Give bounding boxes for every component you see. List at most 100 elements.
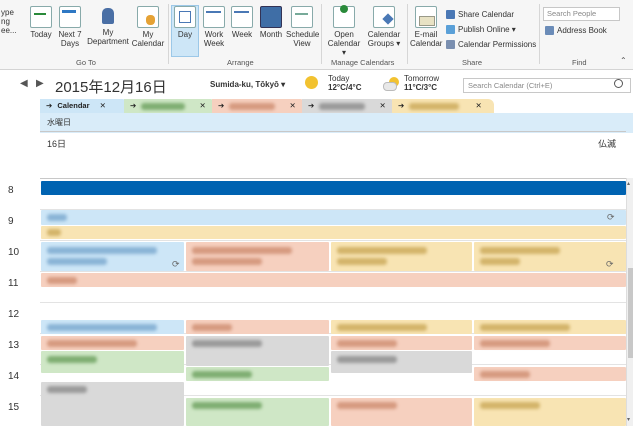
share-calendar-button[interactable]: Share Calendar	[446, 10, 514, 19]
event-block[interactable]	[186, 242, 329, 271]
event-blurred-title	[47, 277, 77, 284]
event-block[interactable]	[41, 273, 626, 287]
event-blurred-title	[192, 402, 262, 409]
open-calendar-button[interactable]: Open Calendar ▾	[325, 5, 363, 57]
address-book-label: Address Book	[557, 26, 607, 35]
event-block[interactable]	[41, 382, 184, 426]
scroll-thumb[interactable]	[628, 268, 633, 358]
manage-group-label: Manage Calendars	[331, 58, 395, 67]
calendar-groups-button[interactable]: Calendar Groups ▾	[365, 6, 403, 48]
event-block[interactable]	[331, 336, 472, 350]
event-block[interactable]	[186, 336, 329, 366]
find-group-label: Find	[572, 58, 587, 67]
month-button[interactable]: Month	[257, 6, 285, 39]
time-gutter: 8 9 10 11 12 13 14 15	[0, 178, 40, 426]
event-blurred-detail	[47, 258, 107, 265]
selected-time-slot[interactable]	[41, 181, 626, 195]
my-department-button[interactable]: My Department	[86, 6, 130, 46]
event-block[interactable]	[41, 351, 184, 373]
event-block[interactable]	[186, 398, 329, 426]
event-blurred-title	[47, 229, 61, 236]
event-blurred-detail	[192, 258, 262, 265]
prev-day-arrow-icon[interactable]: ◀	[20, 78, 28, 89]
event-blurred-title	[480, 324, 570, 331]
tab-blurred-name	[409, 102, 460, 110]
tab-arrow-icon[interactable]: ➔	[130, 101, 136, 110]
close-icon[interactable]: ✕	[100, 101, 106, 110]
ribbon-separator	[168, 4, 169, 64]
event-block[interactable]	[474, 367, 626, 381]
week-label: Week	[231, 30, 253, 39]
search-icon[interactable]	[614, 79, 623, 88]
search-people-input[interactable]: Search People	[543, 7, 620, 21]
event-block[interactable]	[41, 320, 184, 334]
event-block[interactable]: ⟳	[41, 210, 626, 225]
event-blurred-detail	[480, 258, 520, 265]
close-icon[interactable]: ✕	[199, 101, 205, 110]
event-block[interactable]: ⟳	[41, 242, 184, 271]
event-block[interactable]	[474, 336, 626, 350]
goto-group-label: Go To	[76, 58, 96, 67]
tab-shared-calendar[interactable]: ➔ ✕	[302, 99, 396, 113]
all-day-area[interactable]	[40, 150, 626, 179]
event-block[interactable]	[331, 320, 472, 334]
tab-arrow-icon[interactable]: ➔	[398, 101, 404, 110]
today-button[interactable]: Today	[28, 6, 54, 39]
event-block[interactable]	[331, 242, 472, 271]
weather-location-dropdown[interactable]: Sumida-ku, Tōkyō ▾	[210, 80, 285, 89]
tab-shared-calendar[interactable]: ➔ ✕	[124, 99, 216, 113]
close-icon[interactable]: ✕	[475, 101, 481, 110]
event-block[interactable]	[331, 351, 472, 373]
next-day-arrow-icon[interactable]: ▶	[36, 78, 44, 89]
calendar-groups-icon	[373, 6, 395, 28]
event-block[interactable]	[186, 320, 329, 334]
calendar-tabs: ➔ Calendar ✕ ➔ ✕ ➔ ✕ ➔ ✕ ➔ ✕	[40, 99, 633, 113]
next-7-days-button[interactable]: Next 7 Days	[57, 6, 83, 48]
my-calendar-button[interactable]: My Calendar	[131, 6, 165, 48]
open-label-1: Open	[334, 30, 354, 39]
week-button[interactable]: Week	[229, 6, 255, 39]
day-view-button[interactable]: Day	[171, 5, 199, 57]
event-blurred-title	[47, 214, 67, 221]
scroll-up-arrow-icon[interactable]: ▴	[627, 180, 630, 187]
recurring-icon: ⟳	[607, 212, 615, 222]
open-label-2: Calendar ▾	[327, 39, 361, 57]
close-icon[interactable]: ✕	[289, 101, 295, 110]
close-icon[interactable]: ✕	[379, 101, 385, 110]
hour-label: 8	[8, 185, 14, 196]
hour-label: 15	[8, 402, 20, 413]
event-blurred-title	[47, 386, 87, 393]
schedule-view-button[interactable]: Schedule View	[286, 6, 319, 48]
tab-calendar[interactable]: ➔ Calendar ✕	[40, 99, 128, 113]
weather-today-temp: 12°C/4°C	[328, 83, 362, 92]
scroll-down-arrow-icon[interactable]: ▾	[627, 416, 630, 423]
work-week-button[interactable]: Work Week	[201, 6, 227, 48]
tab-blurred-name	[319, 102, 366, 110]
sun-icon	[305, 76, 318, 89]
event-block[interactable]	[331, 398, 472, 426]
tab-arrow-icon[interactable]: ➔	[308, 101, 314, 110]
event-block[interactable]	[41, 336, 184, 350]
address-book-button[interactable]: Address Book	[545, 26, 607, 35]
hour-gridline	[40, 302, 626, 303]
event-block[interactable]: ⟳	[474, 242, 626, 271]
hour-label: 9	[8, 216, 14, 227]
event-block[interactable]	[186, 367, 329, 381]
collapse-ribbon-icon[interactable]: ⌃	[620, 56, 627, 65]
calendar-permissions-button[interactable]: Calendar Permissions	[446, 40, 536, 49]
email-calendar-button[interactable]: E-mail Calendar	[410, 6, 442, 48]
vertical-scrollbar[interactable]: ▴ ▾	[626, 178, 633, 426]
tab-shared-calendar[interactable]: ➔ ✕	[212, 99, 306, 113]
publish-online-button[interactable]: Publish Online ▾	[446, 25, 516, 34]
event-block[interactable]	[474, 398, 626, 426]
tab-arrow-icon[interactable]: ➔	[46, 101, 52, 110]
search-calendar-input[interactable]: Search Calendar (Ctrl+E)	[463, 78, 631, 93]
event-blurred-title	[47, 340, 137, 347]
event-block[interactable]	[41, 226, 626, 239]
event-block[interactable]	[474, 320, 626, 334]
tab-calendar-label: Calendar	[57, 101, 90, 110]
tab-shared-calendar[interactable]: ➔ ✕	[392, 99, 494, 113]
department-people-icon	[98, 6, 118, 26]
tab-arrow-icon[interactable]: ➔	[218, 101, 224, 110]
weather-tomorrow-temp: 11°C/3°C	[404, 83, 438, 92]
